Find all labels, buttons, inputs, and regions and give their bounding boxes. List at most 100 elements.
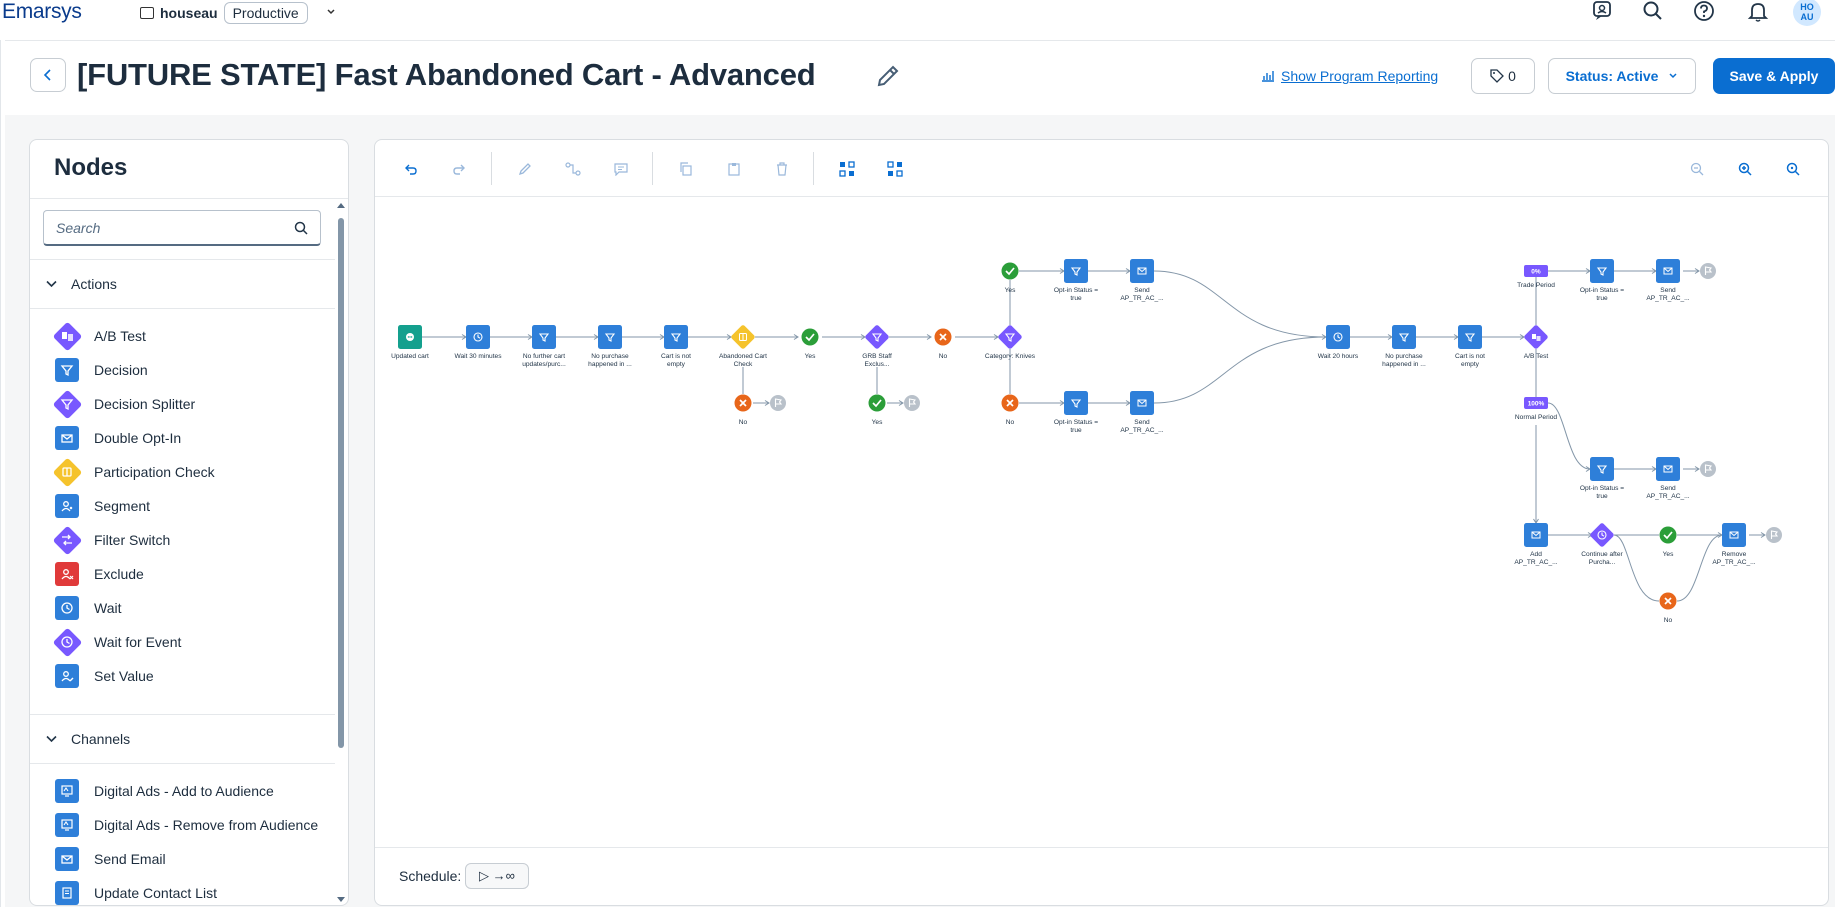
- undo-icon[interactable]: [400, 158, 422, 180]
- scrollbar-thumb[interactable]: [338, 218, 344, 748]
- section-actions[interactable]: Actions: [30, 259, 335, 309]
- flow-edge: [1153, 270, 1327, 338]
- node-item-wait[interactable]: Wait: [54, 593, 121, 623]
- node-label: Send: [1134, 287, 1150, 294]
- node-send-email-normal[interactable]: [1656, 457, 1680, 481]
- node-no-purchase-2[interactable]: [1392, 325, 1416, 349]
- yes-check-icon[interactable]: [1659, 526, 1677, 544]
- connect-nodes-icon[interactable]: [562, 158, 584, 180]
- user-avatar[interactable]: HO AU: [1793, 0, 1821, 26]
- no-x-icon[interactable]: [1659, 592, 1677, 610]
- node-send-email-trade[interactable]: [1656, 259, 1680, 283]
- node-item-set-value[interactable]: Set Value: [54, 661, 154, 691]
- chevron-down-icon[interactable]: [46, 735, 57, 743]
- node-item-label: Segment: [94, 498, 151, 514]
- notifications-bell-icon[interactable]: [1744, 0, 1772, 22]
- node-remove-audience[interactable]: [1722, 523, 1746, 547]
- node-item-label: Send Email: [94, 851, 166, 867]
- node-item-filter-switch[interactable]: Filter Switch: [52, 525, 170, 555]
- zoom-in-icon[interactable]: [1734, 158, 1756, 180]
- scroll-up-icon[interactable]: [335, 200, 347, 212]
- section-label: Channels: [71, 731, 131, 747]
- exit-flag-icon[interactable]: [904, 395, 920, 411]
- yes-check-icon[interactable]: [868, 394, 886, 412]
- back-button[interactable]: [30, 58, 66, 92]
- zoom-reset-icon[interactable]: [1782, 158, 1804, 180]
- help-icon[interactable]: [1690, 0, 1718, 22]
- node-wait-20-hours[interactable]: [1326, 325, 1350, 349]
- zoom-out-icon[interactable]: [1686, 158, 1708, 180]
- node-opt-in-status-normal[interactable]: [1590, 457, 1614, 481]
- nodes-search-input[interactable]: Search: [43, 210, 321, 246]
- edit-node-pencil-icon[interactable]: [514, 158, 536, 180]
- node-continue-after-purchase[interactable]: [1589, 522, 1614, 547]
- node-add-audience[interactable]: [1524, 523, 1548, 547]
- node-item-a-b-test[interactable]: A/B Test: [52, 321, 146, 351]
- node-item-exclude[interactable]: Exclude: [54, 559, 144, 589]
- yes-check-icon[interactable]: [801, 328, 819, 346]
- paste-icon[interactable]: [723, 158, 745, 180]
- node-item-digital-ads-remove-from-audience[interactable]: Digital Ads - Remove from Audience: [54, 810, 318, 840]
- schedule-label: Schedule:: [399, 868, 462, 884]
- node-opt-in-status[interactable]: [1064, 391, 1088, 415]
- scroll-down-icon[interactable]: [335, 893, 347, 905]
- exit-flag-icon[interactable]: [1766, 527, 1782, 543]
- edit-title-pencil-icon[interactable]: [875, 63, 901, 94]
- node-label: Continue after: [1581, 551, 1623, 558]
- node-ab-test[interactable]: [1523, 324, 1548, 349]
- node-item-wait-for-event[interactable]: Wait for Event: [52, 627, 181, 657]
- node-item-segment[interactable]: Segment: [54, 491, 150, 521]
- exit-flag-icon[interactable]: [770, 395, 786, 411]
- node-send-email[interactable]: [1130, 259, 1154, 283]
- account-switcher[interactable]: houseau Productive: [140, 2, 336, 24]
- node-no-purchase[interactable]: [598, 325, 622, 349]
- program-flow-diagram[interactable]: Updated cart Wait 30 minutes No further ca…: [375, 197, 1829, 847]
- no-x-icon[interactable]: [1001, 394, 1019, 412]
- emarsys-logo[interactable]: Emarsys: [2, 0, 82, 24]
- node-grb-staff[interactable]: [864, 324, 889, 349]
- tags-button[interactable]: 0: [1471, 58, 1535, 94]
- auto-layout-icon[interactable]: [836, 158, 858, 180]
- show-program-reporting-link[interactable]: Show Program Reporting: [1261, 68, 1438, 84]
- schedule-button[interactable]: ▷ →∞: [465, 863, 529, 889]
- copy-icon[interactable]: [675, 158, 697, 180]
- node-item-decision[interactable]: Decision: [54, 355, 148, 385]
- exit-flag-icon[interactable]: [1700, 263, 1716, 279]
- delete-trash-icon[interactable]: [771, 158, 793, 180]
- section-channels[interactable]: Channels: [30, 714, 335, 764]
- node-item-send-email[interactable]: Send Email: [54, 844, 166, 874]
- help-chat-icon[interactable]: [1589, 0, 1617, 22]
- comment-icon[interactable]: [610, 158, 632, 180]
- node-item-decision-splitter[interactable]: Decision Splitter: [52, 389, 195, 419]
- node-abandoned-cart-check[interactable]: [730, 324, 755, 349]
- chevron-down-icon[interactable]: [46, 280, 57, 288]
- status-dropdown[interactable]: Status: Active: [1548, 58, 1696, 94]
- no-x-icon[interactable]: [734, 394, 752, 412]
- redo-icon[interactable]: [448, 158, 470, 180]
- save-and-apply-button[interactable]: Save & Apply: [1713, 58, 1835, 94]
- fit-view-icon[interactable]: [884, 158, 906, 180]
- node-item-update-contact-list[interactable]: Update Contact List: [54, 878, 217, 905]
- node-opt-in-status-trade[interactable]: [1590, 259, 1614, 283]
- node-no-further-cart[interactable]: [532, 325, 556, 349]
- search-icon[interactable]: [1639, 0, 1667, 22]
- node-item-digital-ads-add-to-audience[interactable]: Digital Ads - Add to Audience: [54, 776, 274, 806]
- node-category-knives[interactable]: [997, 324, 1022, 349]
- node-wait-30-minutes[interactable]: [466, 325, 490, 349]
- search-icon[interactable]: [294, 221, 308, 235]
- node-opt-in-status[interactable]: [1064, 259, 1088, 283]
- yes-check-icon[interactable]: [1001, 262, 1019, 280]
- no-x-icon[interactable]: [934, 328, 952, 346]
- node-cart-not-empty[interactable]: [664, 325, 688, 349]
- program-canvas[interactable]: Updated cart Wait 30 minutes No further ca…: [374, 139, 1829, 906]
- node-item-double-opt-in[interactable]: Double Opt-In: [54, 423, 181, 453]
- node-cart-not-empty-2[interactable]: [1458, 325, 1482, 349]
- node-updated-cart[interactable]: [398, 325, 422, 349]
- node-item-participation-check[interactable]: Participation Check: [52, 457, 215, 487]
- node-send-email[interactable]: [1130, 391, 1154, 415]
- node-item-label: Update Contact List: [94, 885, 217, 901]
- exit-flag-icon[interactable]: [1700, 461, 1716, 477]
- node-label: No: [739, 419, 748, 426]
- nodes-scrollbar[interactable]: [335, 200, 347, 905]
- chevron-down-icon[interactable]: [326, 7, 336, 19]
